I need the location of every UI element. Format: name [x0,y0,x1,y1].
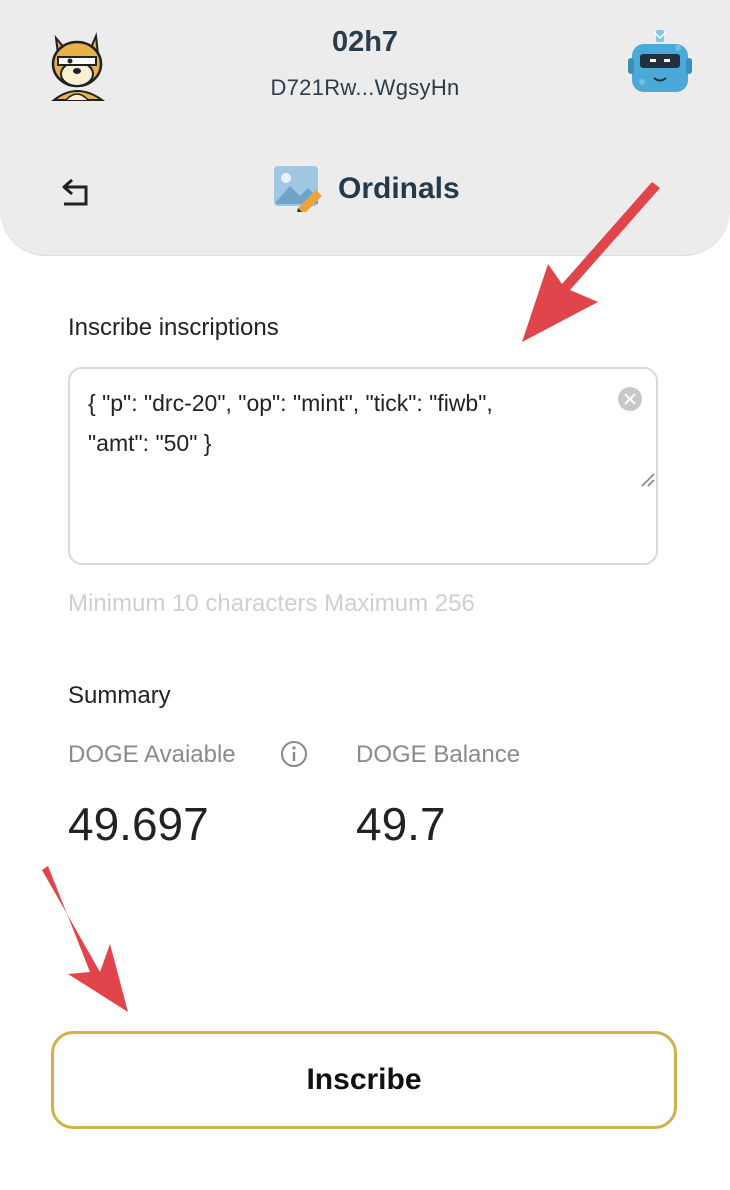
wallet-name: 02h7 [331,26,399,58]
inscription-line-2: "amt": "50" } [88,430,212,456]
inscribe-button[interactable]: Inscribe [51,1031,677,1129]
back-icon[interactable] [58,174,94,208]
annotation-arrow-bottom [42,866,128,1012]
image-edit-icon [274,166,322,212]
robot-avatar-icon[interactable] [624,28,696,98]
inscription-textarea[interactable]: { "p": "drc-20", "op": "mint", "tick": "… [68,367,658,565]
doge-available-label: DOGE Avaiable [68,741,236,768]
clear-icon[interactable] [618,387,642,411]
doge-balance-label: DOGE Balance [356,741,521,768]
annotation-arrow-top [522,182,660,342]
inscribe-label: Inscribe inscriptions [68,314,279,341]
wallet-address[interactable]: D721Rw...WgsyHn [0,75,730,101]
inscription-line-1: { "p": "drc-20", "op": "mint", "tick": "… [88,390,493,416]
page-title: Ordinals [338,172,460,205]
doge-available-value: 49.697 [68,798,209,850]
doge-balance-value: 49.7 [356,798,446,850]
info-icon[interactable] [280,740,308,768]
resize-handle-icon[interactable] [640,472,656,488]
inscription-text[interactable]: { "p": "drc-20", "op": "mint", "tick": "… [88,383,588,463]
summary-title: Summary [68,682,171,709]
length-hint: Minimum 10 characters Maximum 256 [68,590,475,617]
